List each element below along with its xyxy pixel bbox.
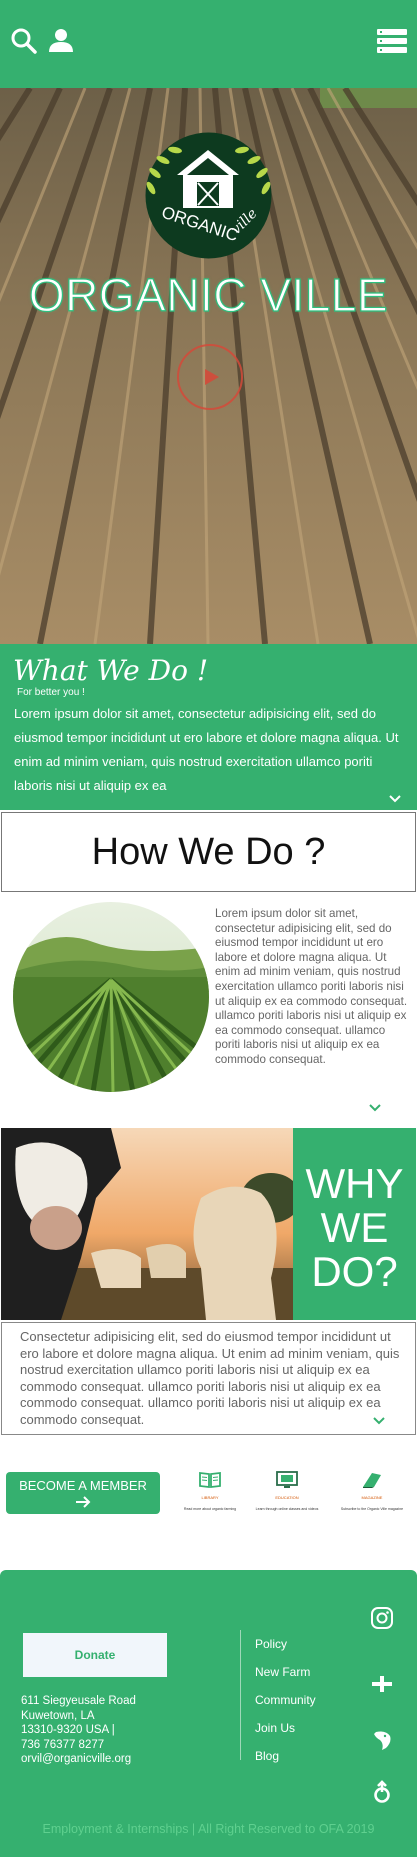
- why-we-do-heading-box: WHY WE DO?: [293, 1128, 416, 1320]
- how-we-do-banner: How We Do ?: [1, 812, 416, 892]
- feature-library-title: LIBRARY: [201, 1495, 219, 1500]
- feature-magazine[interactable]: MAGAZINE Subscribe to the Organic Ville …: [332, 1471, 412, 1511]
- footer-divider: [240, 1630, 241, 1760]
- become-member-button[interactable]: BECOME A MEMBER: [6, 1472, 160, 1514]
- book-icon: [199, 1471, 221, 1489]
- footer-link-join-us[interactable]: Join Us: [255, 1721, 316, 1749]
- instagram-icon[interactable]: [370, 1606, 394, 1630]
- how-we-do-body: Lorem ipsum dolor sit amet, consectetur …: [215, 907, 408, 1066]
- why-heading-line3: DO?: [311, 1248, 398, 1295]
- menu-icon[interactable]: [377, 27, 407, 55]
- site-footer: Donate 611 Siegyeusale Road Kuwetown, LA…: [0, 1570, 417, 1857]
- monitor-icon: [276, 1471, 298, 1488]
- chevron-down-icon[interactable]: [389, 794, 401, 804]
- plus-brand-icon[interactable]: [370, 1672, 394, 1696]
- search-icon[interactable]: [10, 27, 38, 55]
- donate-button[interactable]: Donate: [23, 1633, 167, 1677]
- footer-links: Policy New Farm Community Join Us Blog: [255, 1637, 316, 1777]
- address-line: Kuwetown, LA: [21, 1709, 95, 1722]
- feature-magazine-title: MAGAZINE: [361, 1495, 383, 1500]
- share-icon[interactable]: [370, 1780, 394, 1804]
- copyright-text: Employment & Internships | All Right Res…: [42, 1822, 375, 1836]
- cows-image: [1, 1128, 293, 1320]
- footer-link-policy[interactable]: Policy: [255, 1637, 316, 1665]
- feature-education-desc: Learn through online classes and videos: [255, 1507, 319, 1511]
- why-heading-line2: WE: [320, 1204, 389, 1251]
- why-we-do-text-box: Consectetur adipisicing elit, sed do eiu…: [1, 1322, 416, 1435]
- what-we-do-heading: What We Do !: [13, 654, 209, 687]
- why-heading-line1: WHY: [305, 1160, 404, 1207]
- hero-title: ORGANIC VILLE: [28, 268, 389, 321]
- chevron-down-icon[interactable]: [369, 1103, 381, 1113]
- feature-magazine-desc: Subscribe to the Organic Ville magazine: [340, 1507, 404, 1511]
- feature-library-desc: Read more about organic farming: [183, 1507, 237, 1511]
- footer-link-blog[interactable]: Blog: [255, 1749, 316, 1777]
- address-line: 611 Siegyeusale Road: [21, 1695, 136, 1707]
- email-link[interactable]: orvil@organicville.org: [21, 1752, 136, 1767]
- what-we-do-section: What We Do ! For better you ! Lorem ipsu…: [0, 644, 417, 810]
- address-line: 13310-9320 USA |: [21, 1724, 115, 1736]
- site-header: [0, 0, 417, 88]
- footer-link-community[interactable]: Community: [255, 1693, 316, 1721]
- user-icon[interactable]: [47, 27, 75, 55]
- footer-link-new-farm[interactable]: New Farm: [255, 1665, 316, 1693]
- arrow-right-icon: [76, 1496, 91, 1508]
- vineyard-image: [13, 902, 209, 1092]
- bird-icon[interactable]: [370, 1728, 394, 1752]
- feature-library[interactable]: LIBRARY Read more about organic farming: [170, 1471, 250, 1511]
- how-we-do-heading: How We Do ?: [91, 831, 326, 873]
- footer-address: 611 Siegyeusale Road Kuwetown, LA 13310-…: [21, 1694, 136, 1767]
- feature-education[interactable]: EDUCATION Learn through online classes a…: [247, 1471, 327, 1511]
- feature-education-title: EDUCATION: [275, 1495, 299, 1500]
- magazine-icon: [363, 1473, 381, 1488]
- play-icon[interactable]: [175, 342, 245, 412]
- why-we-do-body: Consectetur adipisicing elit, sed do eiu…: [20, 1329, 400, 1427]
- what-we-do-body: Lorem ipsum dolor sit amet, consectetur …: [14, 706, 399, 793]
- organic-ville-logo: ORGANIC ville: [145, 132, 272, 259]
- become-member-label: BECOME A MEMBER: [19, 1478, 147, 1493]
- phone-number: 736 76377 8277: [21, 1738, 105, 1751]
- hero-section: ORGANIC ville ORGANIC VILLE: [0, 88, 417, 644]
- what-we-do-subheading: For better you !: [17, 687, 85, 698]
- chevron-down-icon[interactable]: [373, 1416, 385, 1426]
